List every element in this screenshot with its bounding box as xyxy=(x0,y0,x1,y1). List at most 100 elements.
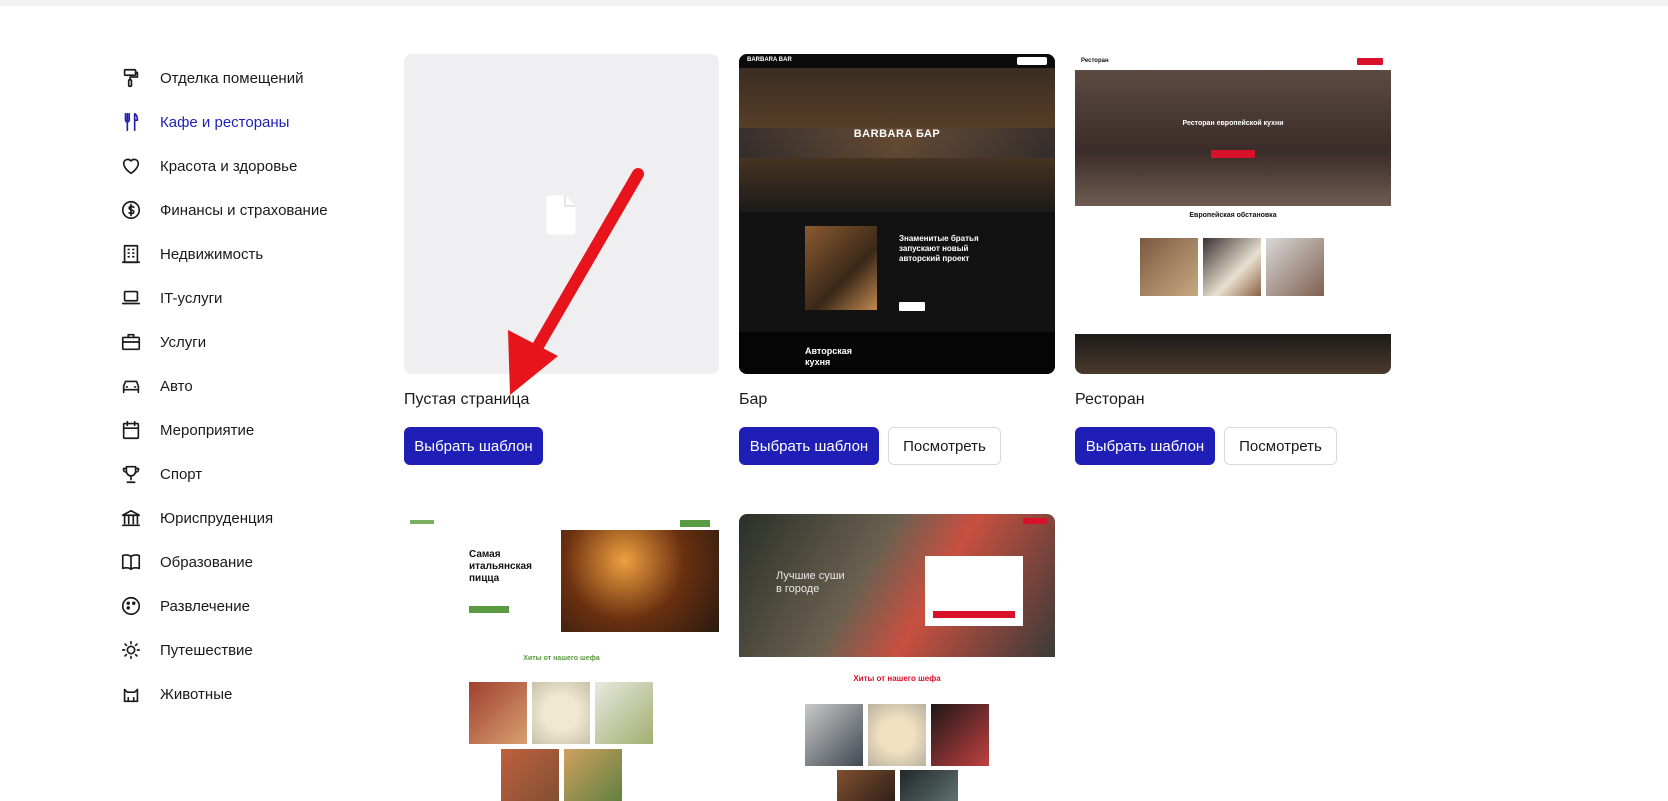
sidebar-item-finance[interactable]: Финансы и страхование xyxy=(118,188,358,232)
sidebar-item-label: Образование xyxy=(160,553,253,571)
pizza-preview-hero-photo xyxy=(561,530,719,632)
restaurant-preview-footer xyxy=(1075,334,1391,374)
bar-preview-header: BARBARA BAR xyxy=(739,54,1055,68)
sidebar-item-entertainment[interactable]: Развлечение xyxy=(118,584,358,628)
pizza-preview-hero-button xyxy=(469,606,509,613)
bar-preview-section: Авторская кухня xyxy=(739,332,1055,374)
sidebar-item-events[interactable]: Мероприятие xyxy=(118,408,358,452)
bar-preview-photo xyxy=(805,226,877,310)
bar-preview-cta xyxy=(1017,57,1047,65)
red-arrow-annotation xyxy=(508,168,644,395)
sushi-preview-dish xyxy=(900,770,958,801)
restaurant-preview-hero: Ресторан европейской кухни xyxy=(1075,70,1391,206)
template-preview-pizza[interactable]: Самая итальянская пицца Хиты от нашего ш… xyxy=(404,514,719,801)
calendar-icon xyxy=(118,417,144,443)
category-sidebar: Отделка помещений Кафе и рестораны Красо… xyxy=(118,56,358,716)
bar-preview-news-title: Знаменитые братья запускают новый авторс… xyxy=(899,234,979,263)
view-template-button[interactable]: Посмотреть xyxy=(1224,427,1337,465)
view-template-button[interactable]: Посмотреть xyxy=(888,427,1001,465)
sidebar-item-services[interactable]: Услуги xyxy=(118,320,358,364)
sidebar-item-label: Развлечение xyxy=(160,597,250,615)
bar-preview-hero-title: BARBARA БАР xyxy=(853,128,941,140)
sushi-preview-cta xyxy=(1023,518,1047,524)
sidebar-item-education[interactable]: Образование xyxy=(118,540,358,584)
sidebar-item-cafes[interactable]: Кафе и рестораны xyxy=(118,100,358,144)
template-preview-sushi[interactable]: Лучшие суши в городе Хиты от нашего шефа xyxy=(739,514,1055,801)
laptop-icon xyxy=(118,285,144,311)
select-template-button[interactable]: Выбрать шаблон xyxy=(739,427,879,465)
pizza-preview-dish xyxy=(501,749,559,801)
sidebar-item-auto[interactable]: Авто xyxy=(118,364,358,408)
sidebar-item-label: IT-услуги xyxy=(160,289,223,307)
bank-icon xyxy=(118,505,144,531)
trophy-icon xyxy=(118,461,144,487)
sidebar-item-sport[interactable]: Спорт xyxy=(118,452,358,496)
pizza-preview-logo xyxy=(410,520,434,524)
template-preview-restaurant[interactable]: Ресторан Ресторан европейской кухни Евро… xyxy=(1075,54,1391,374)
sushi-preview-dish xyxy=(868,704,926,766)
heart-icon xyxy=(118,153,144,179)
paint-roller-icon xyxy=(118,65,144,91)
pizza-preview-cta xyxy=(680,520,710,527)
sidebar-item-label: Кафе и рестораны xyxy=(160,113,290,131)
sidebar-item-label: Красота и здоровье xyxy=(160,157,298,175)
sidebar-item-travel[interactable]: Путешествие xyxy=(118,628,358,672)
pizza-preview-dish xyxy=(595,682,653,744)
sidebar-item-label: Недвижимость xyxy=(160,245,264,263)
restaurant-preview-hero-button xyxy=(1211,150,1255,158)
dollar-circle-icon xyxy=(118,197,144,223)
restaurant-preview-section-title: Европейская обстановка xyxy=(1189,212,1277,219)
sidebar-item-realty[interactable]: Недвижимость xyxy=(118,232,358,276)
sushi-preview-section-title: Хиты от нашего шефа xyxy=(853,674,941,683)
restaurant-preview-photo xyxy=(1203,238,1261,296)
fork-knife-icon xyxy=(118,109,144,135)
pizza-preview-hero-title: Самая итальянская пицца xyxy=(469,549,532,584)
book-icon xyxy=(118,549,144,575)
restaurant-preview-section: Европейская обстановка xyxy=(1075,206,1391,334)
sidebar-item-label: Животные xyxy=(160,685,233,703)
sidebar-item-label: Услуги xyxy=(160,333,207,351)
sidebar-item-label: Путешествие xyxy=(160,641,253,659)
pizza-preview-dish xyxy=(564,749,622,801)
restaurant-preview-brand: Ресторан xyxy=(1081,58,1109,64)
building-icon xyxy=(118,241,144,267)
sidebar-item-beauty[interactable]: Красота и здоровье xyxy=(118,144,358,188)
cat-icon xyxy=(118,681,144,707)
bar-preview-button xyxy=(899,302,925,311)
pizza-preview-dish xyxy=(469,682,527,744)
bar-preview-section-title: Авторская кухня xyxy=(805,346,852,367)
sidebar-item-renovation[interactable]: Отделка помещений xyxy=(118,56,358,100)
car-icon xyxy=(118,373,144,399)
sushi-preview-dish xyxy=(837,770,895,801)
template-preview-bar[interactable]: BARBARA BAR BARBARA БАР Знаменитые брать… xyxy=(739,54,1055,374)
restaurant-preview-photo xyxy=(1266,238,1324,296)
template-title: Ресторан xyxy=(1075,391,1145,408)
sidebar-item-label: Отделка помещений xyxy=(160,69,304,87)
sushi-preview-dish xyxy=(931,704,989,766)
sushi-preview-form-button xyxy=(933,611,1015,618)
template-title: Бар xyxy=(739,391,768,408)
bar-preview-news: Знаменитые братья запускают новый авторс… xyxy=(739,212,1055,332)
pizza-preview-dish xyxy=(532,682,590,744)
top-bar xyxy=(0,0,1668,6)
sidebar-item-label: Авто xyxy=(160,377,193,395)
sushi-preview-dish xyxy=(805,704,863,766)
sidebar-item-label: Спорт xyxy=(160,465,203,483)
sidebar-item-label: Финансы и страхование xyxy=(160,201,328,219)
restaurant-preview-hero-title: Ресторан европейской кухни xyxy=(1182,120,1284,127)
bar-preview-brand: BARBARA BAR xyxy=(747,57,792,63)
sushi-preview-hero: Лучшие суши в городе xyxy=(739,514,1055,657)
select-template-button[interactable]: Выбрать шаблон xyxy=(404,427,543,465)
restaurant-preview-photo xyxy=(1140,238,1198,296)
select-template-button[interactable]: Выбрать шаблон xyxy=(1075,427,1215,465)
sidebar-item-it[interactable]: IT-услуги xyxy=(118,276,358,320)
briefcase-icon xyxy=(118,329,144,355)
sidebar-item-label: Мероприятие xyxy=(160,421,255,439)
sushi-preview-hero-title: Лучшие суши в городе xyxy=(776,570,845,595)
sidebar-item-animals[interactable]: Животные xyxy=(118,672,358,716)
sun-icon xyxy=(118,637,144,663)
sidebar-item-law[interactable]: Юриспруденция xyxy=(118,496,358,540)
sushi-preview-form xyxy=(925,556,1023,626)
bar-preview-hero: BARBARA БАР xyxy=(739,68,1055,212)
restaurant-preview-header: Ресторан xyxy=(1075,54,1391,70)
